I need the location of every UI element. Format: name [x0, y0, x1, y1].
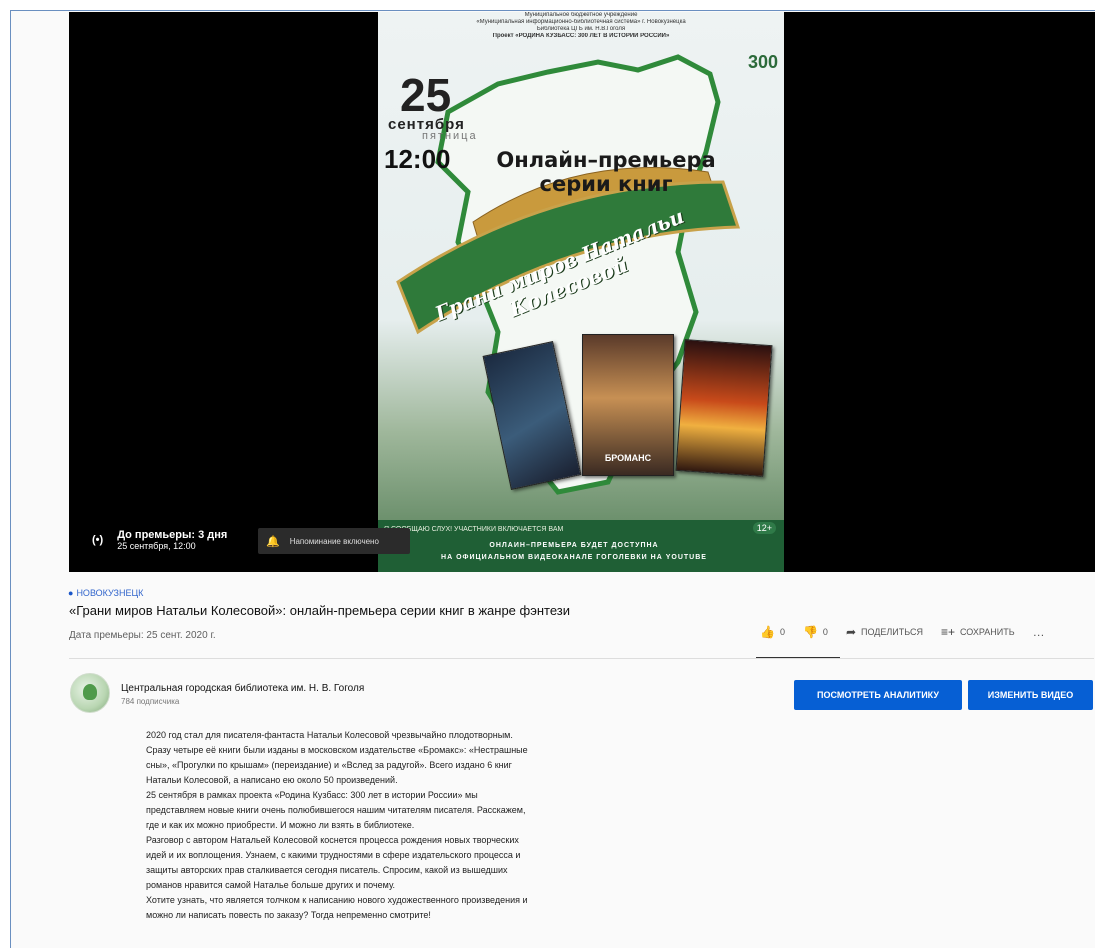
video-description: 2020 год стал для писателя-фантаста Ната… — [146, 728, 636, 923]
share-icon: ➦ — [845, 625, 856, 639]
description-line: представляем новые книги очень полюбивше… — [146, 805, 526, 815]
poster-day: 25 — [400, 69, 452, 121]
more-icon: … — [1032, 625, 1045, 639]
book-cover: БРОМАНС — [582, 334, 674, 476]
description-line: 25 сентября в рамках проекта «Родина Куз… — [146, 790, 478, 800]
thumbs-down-icon: 👎 — [802, 625, 818, 639]
book-cover — [675, 339, 773, 477]
playlist-add-icon: ≡+ — [940, 625, 955, 639]
poster-weekday: пятница — [422, 130, 478, 142]
thumbs-up-icon: 👍 — [760, 625, 775, 639]
description-line: защиты авторских прав сталкивается сегод… — [146, 865, 508, 875]
premiere-countdown: До премьеры: 3 дня 25 сентября, 12:00 — [117, 529, 227, 551]
video-title: «Грани миров Натальи Колесовой»: онлайн-… — [69, 603, 571, 618]
poster-premiere-text: Онлайн–премьера серии книг — [496, 148, 716, 196]
reminder-button[interactable]: 🔔 Напоминание включено — [258, 528, 410, 554]
save-label: СОХРАНИТЬ — [959, 627, 1015, 637]
channel-avatar[interactable] — [70, 673, 110, 713]
view-analytics-button[interactable]: ПОСМОТРЕТЬ АНАЛИТИКУ — [794, 680, 962, 710]
description-line: романов нравится самой Наталье больше др… — [146, 880, 396, 890]
description-line: сны», «Прогулки по крышам» (переиздание)… — [146, 760, 512, 770]
location-tag[interactable]: ● НОВОКУЗНЕЦК — [68, 588, 143, 598]
like-button[interactable]: 👍 0 — [760, 625, 785, 639]
subscriber-count: 784 подписчика — [121, 697, 180, 706]
like-count: 0 — [779, 627, 785, 637]
countdown-date: 25 сентября, 12:00 — [117, 541, 196, 551]
book-cover-title: БРОМАНС — [604, 453, 652, 463]
description-line: Разговор с автором Натальей Колесовой ко… — [146, 835, 519, 845]
poster-footer: Я СООБЩАЮ СЛУХ! УЧАСТНИКИ ВКЛЮЧАЕТСЯ ВАМ… — [378, 520, 784, 572]
dislike-count: 0 — [822, 627, 828, 637]
description-line: идей и их воплощения. Узнаем, с какими т… — [146, 850, 521, 860]
description-line: можно ли написать повесть по заказу? Тог… — [146, 910, 431, 920]
live-icon: (•) — [92, 534, 104, 546]
location-pin-icon: ● — [68, 588, 74, 598]
video-actions: 👍 0 👎 0 ➦ ПОДЕЛИТЬСЯ ≡+ СОХРАНИТЬ … — [760, 625, 1063, 639]
share-button[interactable]: ➦ ПОДЕЛИТЬСЯ — [846, 625, 923, 639]
location-tag-label: НОВОКУЗНЕЦК — [76, 588, 144, 598]
age-rating-badge: 12+ — [752, 522, 776, 534]
poster-slogan: Я СООБЩАЮ СЛУХ! УЧАСТНИКИ ВКЛЮЧАЕТСЯ ВАМ — [384, 526, 564, 533]
reminder-label: Напоминание включено — [289, 536, 379, 546]
premiere-date: Дата премьеры: 25 сент. 2020 г. — [69, 630, 216, 641]
description-line: 2020 год стал для писателя-фантаста Ната… — [146, 730, 513, 740]
description-line: Сразу четыре её книги были изданы в моск… — [146, 745, 528, 755]
edit-video-button[interactable]: ИЗМЕНИТЬ ВИДЕО — [968, 680, 1093, 710]
divider — [69, 658, 1094, 659]
channel-name[interactable]: Центральная городская библиотека им. Н. … — [121, 683, 364, 694]
dislike-button[interactable]: 👎 0 — [803, 625, 828, 639]
bell-icon: 🔔 — [266, 535, 280, 548]
save-button[interactable]: ≡+ СОХРАНИТЬ — [941, 625, 1015, 639]
share-label: ПОДЕЛИТЬСЯ — [861, 627, 923, 637]
anniversary-badge: 300 — [747, 52, 778, 72]
premiere-countdown-bar: (•) До премьеры: 3 дня 25 сентября, 12:0… — [80, 520, 227, 560]
poster-time: 12:00 — [384, 144, 451, 174]
countdown-main: До премьеры: 3 дня — [117, 529, 228, 541]
more-actions-button[interactable]: … — [1033, 625, 1045, 639]
description-line: Хотите узнать, что является толчком к на… — [146, 895, 528, 905]
description-line: Натальи Колесовой, а написано ею около 5… — [146, 775, 398, 785]
poster-footer-line: НА ОФИЦИАЛЬНОМ ВИДЕОКАНАЛЕ ГОГОЛЕВКИ НА … — [441, 554, 707, 561]
description-line: где и как их можно приобрести. И можно л… — [146, 820, 415, 830]
poster-footer-line: ОНЛАЙН–ПРЕМЬЕРА БУДЕТ ДОСТУПНА — [489, 542, 659, 549]
video-poster: Муниципальное бюджетное учреждение «Муни… — [378, 12, 784, 572]
